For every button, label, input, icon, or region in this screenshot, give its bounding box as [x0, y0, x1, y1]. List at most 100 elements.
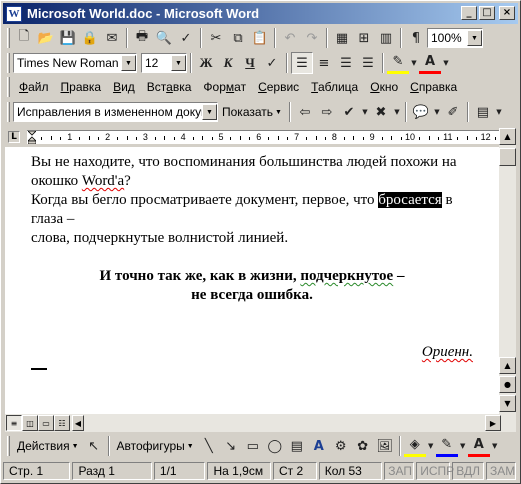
print-layout-icon[interactable]: ▭: [38, 415, 54, 431]
vertical-scrollbar[interactable]: ▲ ▲ ● ▼: [499, 128, 516, 414]
chevron-down-icon[interactable]: ▼: [494, 101, 504, 123]
chevron-down-icon[interactable]: ▼: [490, 435, 500, 457]
justify-icon[interactable]: ☰: [357, 52, 379, 74]
font-color-icon[interactable]: A: [467, 435, 490, 457]
word-app-icon[interactable]: W: [6, 5, 22, 22]
fill-color-icon[interactable]: ◈: [403, 435, 426, 457]
bold-button[interactable]: Ж: [195, 52, 217, 74]
scroll-thumb[interactable]: [499, 148, 516, 166]
email-icon[interactable]: ✉: [101, 27, 123, 49]
next-change-icon[interactable]: ⇨: [316, 101, 338, 123]
horizontal-scrollbar[interactable]: ≡ ◫ ▭ ☷ ◀ ▶: [5, 414, 516, 432]
font-color-icon[interactable]: A: [419, 52, 441, 74]
align-center-icon[interactable]: ≡: [313, 52, 335, 74]
menu-help[interactable]: Справка: [404, 80, 463, 94]
align-right-icon[interactable]: ☰: [335, 52, 357, 74]
scroll-down-icon[interactable]: ▼: [499, 395, 516, 412]
menu-edit[interactable]: Правка: [55, 80, 108, 94]
tab-selector[interactable]: L: [8, 131, 20, 143]
print-preview-icon[interactable]: 🔍: [153, 27, 175, 49]
show-hide-icon[interactable]: ¶: [405, 27, 427, 49]
undo-icon[interactable]: ↶: [279, 27, 301, 49]
chevron-down-icon[interactable]: ▼: [426, 435, 436, 457]
close-button[interactable]: ×: [499, 6, 515, 20]
scroll-left-icon[interactable]: ◀: [72, 415, 84, 431]
indent-marker-icon[interactable]: [28, 131, 36, 144]
document-page[interactable]: Вы не находите, что воспоминания большин…: [5, 147, 499, 414]
clip-art-icon[interactable]: ✿: [352, 435, 374, 457]
accept-change-icon[interactable]: ✔: [338, 101, 360, 123]
status-overtype[interactable]: ЗАМ: [486, 462, 516, 480]
font-select[interactable]: Times New Roman ▼: [13, 53, 137, 73]
chevron-down-icon[interactable]: ▼: [432, 101, 442, 123]
wordart-icon[interactable]: A: [308, 435, 330, 457]
open-folder-icon[interactable]: 📂: [35, 27, 57, 49]
insert-picture-icon[interactable]: 🖼: [374, 435, 396, 457]
chevron-down-icon[interactable]: ▼: [202, 104, 217, 120]
tables-borders-icon[interactable]: ▦: [331, 27, 353, 49]
permission-icon[interactable]: 🔒: [79, 27, 101, 49]
line-icon[interactable]: ╲: [198, 435, 220, 457]
align-left-icon[interactable]: ☰: [291, 52, 313, 74]
toolbar-grip[interactable]: [7, 77, 10, 97]
chevron-down-icon[interactable]: ▼: [121, 55, 136, 71]
text-box-icon[interactable]: ▤: [286, 435, 308, 457]
save-icon[interactable]: 💾: [57, 27, 79, 49]
redo-icon[interactable]: ↷: [301, 27, 323, 49]
chevron-down-icon[interactable]: ▼: [171, 55, 186, 71]
horizontal-ruler[interactable]: 1 2 3 4 5 6 7 8 9 10 11 12: [27, 130, 503, 144]
status-rec[interactable]: ЗАП: [384, 462, 415, 480]
toolbar-grip[interactable]: [7, 28, 10, 48]
display-for-review-select[interactable]: Исправления в измененном докуме ▼: [13, 102, 218, 122]
autoshapes-button[interactable]: Автофигуры ▼: [113, 439, 198, 453]
select-objects-icon[interactable]: ↖: [83, 435, 105, 457]
print-icon[interactable]: 🖶: [131, 27, 153, 49]
toolbar-grip[interactable]: [7, 102, 10, 122]
menu-window[interactable]: Окно: [364, 80, 404, 94]
font-size-select[interactable]: 12 ▼: [141, 53, 187, 73]
chevron-down-icon[interactable]: ▼: [360, 101, 370, 123]
columns-icon[interactable]: ▥: [375, 27, 397, 49]
chevron-down-icon[interactable]: ▼: [458, 435, 468, 457]
oval-icon[interactable]: ◯: [264, 435, 286, 457]
track-changes-icon[interactable]: ✐: [442, 101, 464, 123]
status-extend[interactable]: ВДЛ: [452, 462, 484, 480]
diagram-icon[interactable]: ⚙: [330, 435, 352, 457]
chevron-down-icon[interactable]: ▼: [467, 30, 482, 46]
zoom-select[interactable]: 100% ▼: [427, 28, 483, 48]
menu-table[interactable]: Таблица: [305, 80, 364, 94]
reviewing-pane-icon[interactable]: ▤: [472, 101, 494, 123]
browse-object-icon[interactable]: ●: [499, 376, 516, 393]
chevron-down-icon[interactable]: ▼: [441, 52, 451, 74]
line-color-icon[interactable]: ✎: [435, 435, 458, 457]
web-layout-icon[interactable]: ◫: [22, 415, 38, 431]
italic-button[interactable]: К: [217, 52, 239, 74]
draw-actions-button[interactable]: Действия ▼: [13, 439, 83, 453]
underline-button[interactable]: Ч: [239, 52, 261, 74]
new-document-icon[interactable]: 🗋: [13, 27, 35, 49]
status-track-changes[interactable]: ИСПР: [416, 462, 454, 480]
normal-view-icon[interactable]: ≡: [6, 415, 22, 431]
reject-change-icon[interactable]: ✖: [370, 101, 392, 123]
scroll-up-icon[interactable]: ▲: [499, 357, 516, 374]
insert-table-icon[interactable]: ⊞: [353, 27, 375, 49]
spelling-icon[interactable]: ✓: [175, 27, 197, 49]
maximize-button[interactable]: □: [479, 6, 495, 20]
highlight-icon[interactable]: ✎: [387, 52, 409, 74]
document-body[interactable]: Вы не находите, что воспоминания большин…: [31, 153, 473, 362]
menu-insert[interactable]: Вставка: [141, 80, 198, 94]
minimize-button[interactable]: _: [461, 6, 477, 20]
arrow-icon[interactable]: ↘: [220, 435, 242, 457]
menu-file[interactable]: Файл: [13, 80, 55, 94]
spelling-grammar-icon[interactable]: ✓: [261, 52, 283, 74]
chevron-down-icon[interactable]: ▼: [392, 101, 402, 123]
outline-view-icon[interactable]: ☷: [54, 415, 70, 431]
insert-comment-icon[interactable]: 💬: [410, 101, 432, 123]
toolbar-grip[interactable]: [7, 53, 10, 73]
menu-view[interactable]: Вид: [107, 80, 141, 94]
scroll-up-icon[interactable]: ▲: [499, 128, 516, 145]
paste-icon[interactable]: 📋: [249, 27, 271, 49]
copy-icon[interactable]: ⧉: [227, 27, 249, 49]
title-bar[interactable]: W Microsoft World.doc - Microsoft Word _…: [3, 3, 518, 24]
previous-change-icon[interactable]: ⇦: [294, 101, 316, 123]
